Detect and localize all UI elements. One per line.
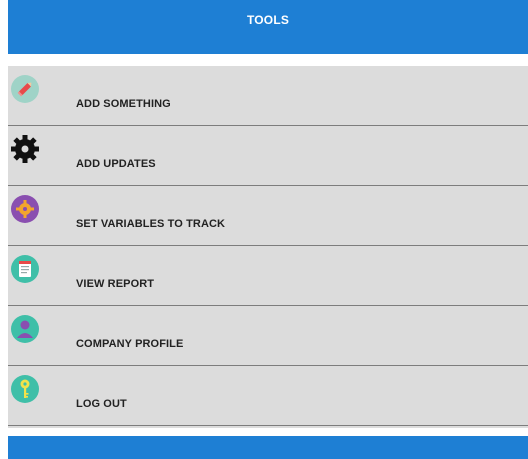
gear-icon (10, 134, 40, 164)
key-icon (10, 374, 40, 404)
menu-item-label: ADD SOMETHING (76, 98, 171, 110)
menu-item-label: COMPANY PROFILE (76, 338, 184, 350)
settings-badge-icon (10, 194, 40, 224)
menu-item-company-profile[interactable]: COMPANY PROFILE (8, 306, 528, 366)
menu-item-label: LOG OUT (76, 398, 127, 410)
menu-item-label: ADD UPDATES (76, 158, 156, 170)
report-icon (10, 254, 40, 284)
page-title: TOOLS (246, 13, 290, 27)
menu-item-set-variables[interactable]: SET VARIABLES TO TRACK (8, 186, 528, 246)
menu-item-label: VIEW REPORT (76, 278, 155, 290)
header-spacer (8, 54, 528, 66)
menu-item-view-report[interactable]: VIEW REPORT (8, 246, 528, 306)
menu-item-add-updates[interactable]: ADD UPDATES (8, 126, 528, 186)
app-footer (8, 436, 528, 459)
tools-menu: ADD SOMETHING ADD UPDATES SET VARIABLES … (8, 66, 528, 428)
pencil-icon (10, 74, 40, 104)
user-profile-icon (10, 314, 40, 344)
menu-item-log-out[interactable]: LOG OUT (8, 366, 528, 426)
app-header: TOOLS (8, 0, 528, 54)
menu-item-label: SET VARIABLES TO TRACK (76, 218, 226, 230)
menu-item-add-something[interactable]: ADD SOMETHING (8, 66, 528, 126)
